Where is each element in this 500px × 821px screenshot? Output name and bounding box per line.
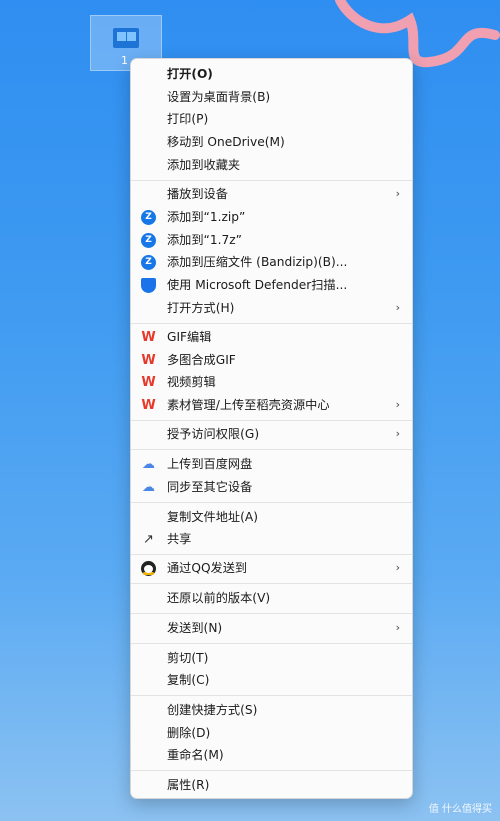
chevron-right-icon: › xyxy=(395,398,400,411)
context-menu: 打开(O) 设置为桌面背景(B) 打印(P) 移动到 OneDrive(M) 添… xyxy=(130,58,413,799)
wps-icon: W xyxy=(141,375,156,390)
menu-item-label: 同步至其它设备 xyxy=(167,480,253,494)
menu-item-label: 创建快捷方式(S) xyxy=(167,703,258,717)
menu-item-label: 播放到设备 xyxy=(167,187,228,201)
menu-item-label: 还原以前的版本(V) xyxy=(167,591,271,605)
menu-item-label: 重命名(M) xyxy=(167,748,224,762)
menu-item-video-edit[interactable]: W 视频剪辑 xyxy=(135,371,408,393)
menu-item-gif-edit[interactable]: W GIF编辑 xyxy=(135,326,408,348)
menu-item-share[interactable]: ↗ 共享 xyxy=(135,528,408,550)
bandizip-icon: Z xyxy=(141,255,156,270)
menu-item-send-qq[interactable]: 通过QQ发送到 › xyxy=(135,557,408,579)
image-file-icon xyxy=(113,28,139,48)
menu-item-open[interactable]: 打开(O) xyxy=(135,63,408,85)
menu-item-label: 设置为桌面背景(B) xyxy=(167,90,271,104)
menu-item-label: 添加到压缩文件 (Bandizip)(B)... xyxy=(167,255,348,269)
menu-item-label: 属性(R) xyxy=(167,778,210,792)
menu-separator xyxy=(131,449,412,450)
menu-item-label: 视频剪辑 xyxy=(167,375,216,389)
menu-item-add-archive[interactable]: Z 添加到压缩文件 (Bandizip)(B)... xyxy=(135,251,408,273)
chevron-right-icon: › xyxy=(395,561,400,574)
menu-item-sync-devices[interactable]: ☁ 同步至其它设备 xyxy=(135,476,408,498)
menu-item-label: 发送到(N) xyxy=(167,621,223,635)
menu-item-label: 复制文件地址(A) xyxy=(167,510,258,524)
menu-item-copy-path[interactable]: 复制文件地址(A) xyxy=(135,506,408,528)
menu-item-cut[interactable]: 剪切(T) xyxy=(135,647,408,669)
baidu-cloud-icon: ☁ xyxy=(142,457,155,472)
menu-item-label: 打开(O) xyxy=(167,67,213,81)
menu-separator xyxy=(131,695,412,696)
menu-item-send-to[interactable]: 发送到(N) › xyxy=(135,617,408,639)
share-icon: ↗ xyxy=(143,532,154,547)
bandizip-icon: Z xyxy=(141,233,156,248)
wps-icon: W xyxy=(141,330,156,345)
menu-item-copy[interactable]: 复制(C) xyxy=(135,669,408,691)
bandizip-icon: Z xyxy=(141,210,156,225)
menu-item-label: 添加到“1.zip” xyxy=(167,210,246,224)
menu-item-add-7z[interactable]: Z 添加到“1.7z” xyxy=(135,229,408,251)
baidu-cloud-icon: ☁ xyxy=(142,480,155,495)
menu-item-material-manage[interactable]: W 素材管理/上传至稻壳资源中心 › xyxy=(135,394,408,416)
menu-item-set-wallpaper[interactable]: 设置为桌面背景(B) xyxy=(135,86,408,108)
watermark: 值 什么值得买 xyxy=(428,804,492,815)
menu-separator xyxy=(131,554,412,555)
menu-item-grant-access[interactable]: 授予访问权限(G) › xyxy=(135,423,408,445)
chevron-right-icon: › xyxy=(395,621,400,634)
menu-item-label: 多图合成GIF xyxy=(167,353,236,367)
menu-item-label: GIF编辑 xyxy=(167,330,212,344)
menu-separator xyxy=(131,613,412,614)
menu-item-upload-baidu[interactable]: ☁ 上传到百度网盘 xyxy=(135,453,408,475)
menu-separator xyxy=(131,420,412,421)
chevron-right-icon: › xyxy=(395,301,400,314)
menu-item-label: 共享 xyxy=(167,532,192,546)
menu-item-label: 上传到百度网盘 xyxy=(167,457,253,471)
menu-separator xyxy=(131,643,412,644)
menu-separator xyxy=(131,770,412,771)
menu-item-label: 打开方式(H) xyxy=(167,301,235,315)
menu-item-multi-gif[interactable]: W 多图合成GIF xyxy=(135,349,408,371)
menu-item-label: 复制(C) xyxy=(167,673,210,687)
defender-shield-icon xyxy=(141,278,156,293)
menu-item-label: 添加到收藏夹 xyxy=(167,158,241,172)
menu-item-delete[interactable]: 删除(D) xyxy=(135,722,408,744)
menu-item-rename[interactable]: 重命名(M) xyxy=(135,744,408,766)
menu-item-create-shortcut[interactable]: 创建快捷方式(S) xyxy=(135,699,408,721)
menu-item-cast-to-device[interactable]: 播放到设备 › xyxy=(135,183,408,205)
menu-item-label: 删除(D) xyxy=(167,726,211,740)
wps-icon: W xyxy=(141,398,156,413)
desktop-file-label: 1 xyxy=(121,54,128,67)
menu-separator xyxy=(131,583,412,584)
chevron-right-icon: › xyxy=(395,427,400,440)
menu-item-label: 素材管理/上传至稻壳资源中心 xyxy=(167,398,330,412)
menu-separator xyxy=(131,323,412,324)
menu-item-label: 剪切(T) xyxy=(167,651,209,665)
chevron-right-icon: › xyxy=(395,187,400,200)
menu-item-label: 移动到 OneDrive(M) xyxy=(167,135,285,149)
menu-item-defender-scan[interactable]: 使用 Microsoft Defender扫描... xyxy=(135,274,408,296)
qq-icon xyxy=(141,561,156,576)
menu-item-label: 使用 Microsoft Defender扫描... xyxy=(167,278,348,292)
menu-item-label: 授予访问权限(G) xyxy=(167,427,260,441)
menu-item-properties[interactable]: 属性(R) xyxy=(135,774,408,796)
menu-item-label: 打印(P) xyxy=(167,112,209,126)
menu-item-restore-versions[interactable]: 还原以前的版本(V) xyxy=(135,587,408,609)
menu-item-add-zip[interactable]: Z 添加到“1.zip” xyxy=(135,206,408,228)
menu-item-label: 添加到“1.7z” xyxy=(167,233,242,247)
menu-item-add-favorites[interactable]: 添加到收藏夹 xyxy=(135,154,408,176)
menu-item-move-onedrive[interactable]: 移动到 OneDrive(M) xyxy=(135,131,408,153)
menu-item-open-with[interactable]: 打开方式(H) › xyxy=(135,297,408,319)
menu-item-print[interactable]: 打印(P) xyxy=(135,108,408,130)
menu-item-label: 通过QQ发送到 xyxy=(167,561,248,575)
menu-separator xyxy=(131,180,412,181)
menu-separator xyxy=(131,502,412,503)
wps-icon: W xyxy=(141,353,156,368)
